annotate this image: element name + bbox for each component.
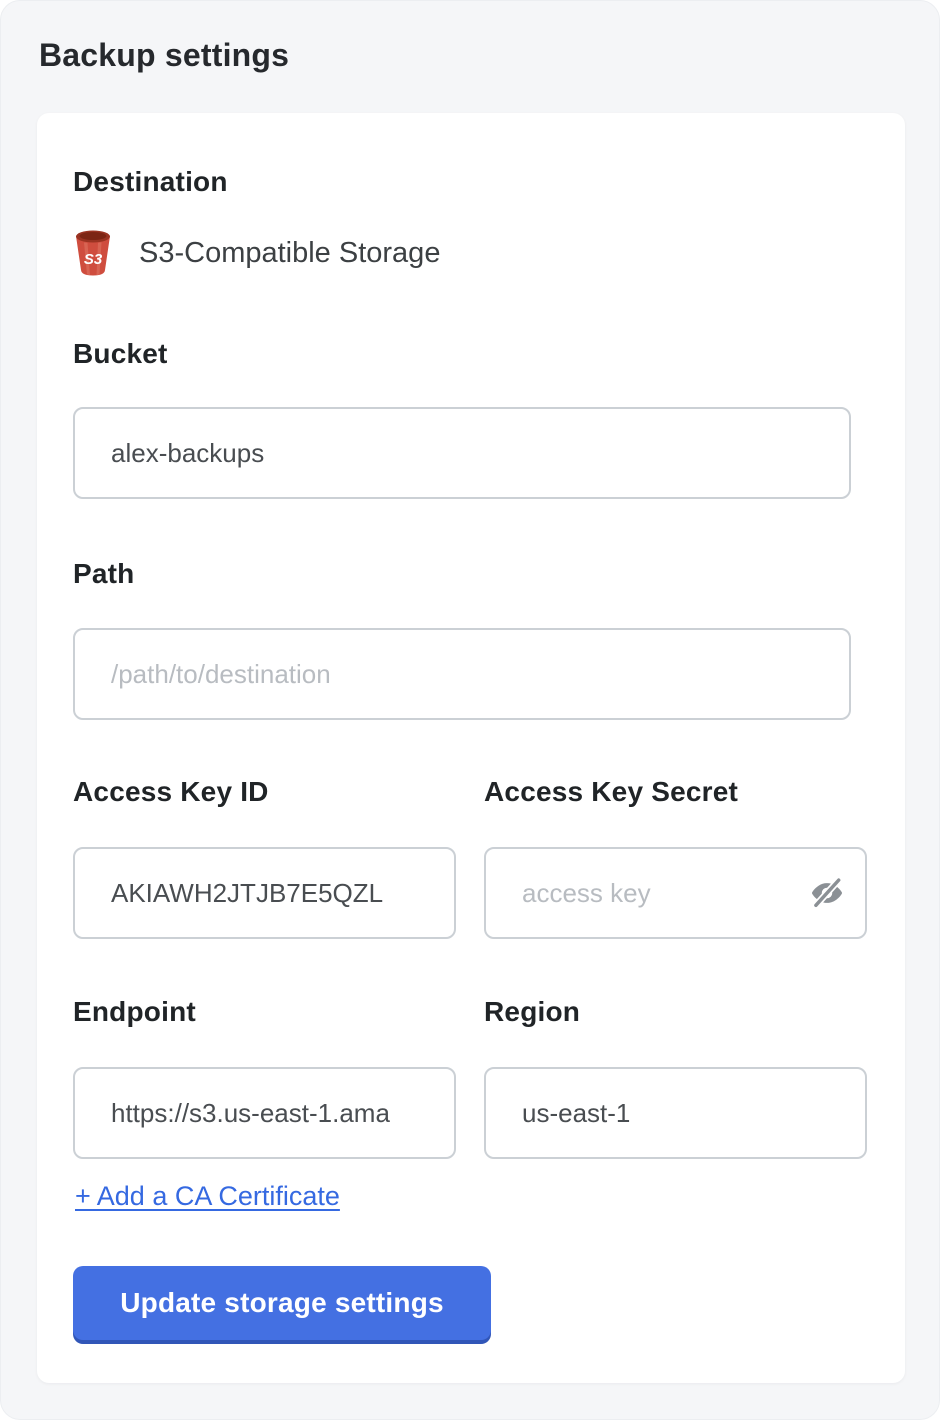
- destination-value: S3-Compatible Storage: [139, 237, 440, 270]
- s3-bucket-icon: S3: [73, 229, 113, 277]
- access-key-id-input[interactable]: [73, 847, 456, 939]
- bucket-input[interactable]: [73, 407, 851, 499]
- path-label: Path: [73, 558, 134, 590]
- destination-label: Destination: [73, 166, 228, 198]
- region-input[interactable]: [484, 1067, 867, 1159]
- svg-text:S3: S3: [84, 251, 103, 268]
- access-key-secret-label: Access Key Secret: [484, 776, 738, 808]
- destination-row: S3 S3-Compatible Storage: [73, 225, 440, 281]
- endpoint-input[interactable]: [73, 1067, 456, 1159]
- eye-off-icon[interactable]: [809, 875, 845, 911]
- bucket-label: Bucket: [73, 338, 168, 370]
- storage-settings-card: Destination S3 S3-Compatible Storage Buc…: [37, 113, 905, 1383]
- path-input[interactable]: [73, 628, 851, 720]
- access-key-id-label: Access Key ID: [73, 776, 269, 808]
- endpoint-label: Endpoint: [73, 996, 196, 1028]
- page-title: Backup settings: [39, 37, 289, 74]
- backup-settings-panel: Backup settings Destination S3 S3-Compat…: [0, 0, 940, 1420]
- add-ca-certificate-link[interactable]: + Add a CA Certificate: [75, 1181, 340, 1212]
- update-storage-settings-button[interactable]: Update storage settings: [73, 1266, 491, 1340]
- region-label: Region: [484, 996, 580, 1028]
- access-key-secret-field: [484, 847, 867, 939]
